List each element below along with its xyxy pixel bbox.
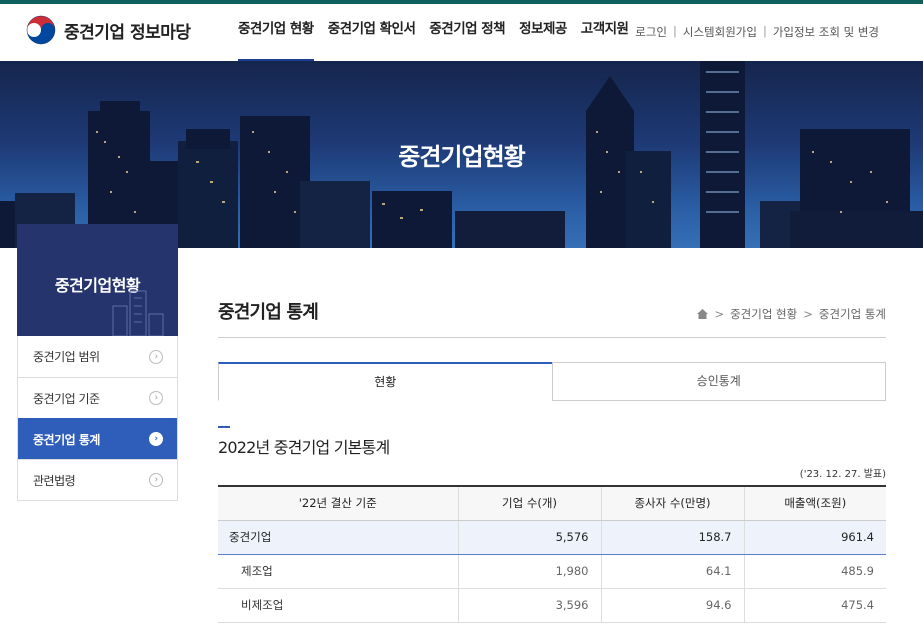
nav-info[interactable]: 정보제공 — [519, 4, 567, 61]
hero-banner: 중견기업현황 — [0, 61, 923, 248]
table-row: 제조업 1,980 64.1 485.9 — [218, 554, 886, 589]
title-divider — [218, 337, 886, 338]
global-nav: 중견기업 현황 중견기업 확인서 중견기업 정책 정보제공 고객지원 — [238, 4, 642, 61]
table-header-row: '22년 결산 기준 기업 수(개) 종사자 수(만명) 매출액(조원) — [218, 486, 886, 521]
table-cell: 1,980 — [457, 554, 601, 589]
row-label: 제조업 — [218, 554, 458, 589]
sidebar-item-criteria[interactable]: 중견기업 기준 › — [18, 377, 177, 418]
tab-approval-stats[interactable]: 승인통계 — [551, 362, 886, 401]
row-label: 중견기업 — [218, 519, 458, 555]
sidebar-item-label: 중견기업 통계 — [33, 432, 100, 447]
sidebar-item-label: 관련법령 — [33, 473, 76, 488]
taegeuk-logo-icon — [26, 15, 56, 45]
column-header: 기업 수(개) — [457, 486, 601, 521]
signup-link[interactable]: 시스템회원가입 — [683, 24, 757, 40]
util-divider: | — [762, 24, 767, 38]
breadcrumb-separator: > — [714, 307, 725, 321]
building-outline-icon — [112, 290, 164, 336]
publication-note: ('23. 12. 27. 발표) — [799, 469, 886, 480]
page: 중견기업 정보마당 중견기업 현황 중견기업 확인서 중견기업 정책 정보제공 … — [0, 0, 923, 641]
sidebar-item-statistics[interactable]: 중견기업 통계 › — [18, 418, 177, 459]
table-row-total: 중견기업 5,576 158.7 961.4 — [218, 519, 886, 555]
table-cell: 3,596 — [457, 588, 601, 623]
chevron-right-icon: › — [149, 391, 163, 405]
statistics-table: '22년 결산 기준 기업 수(개) 종사자 수(만명) 매출액(조원) 중견기… — [218, 485, 886, 623]
column-header: 매출액(조원) — [743, 486, 886, 521]
chevron-right-icon: › — [149, 473, 163, 487]
table-cell: 475.4 — [743, 588, 886, 623]
table-cell: 158.7 — [600, 519, 744, 555]
row-label: 비제조업 — [218, 588, 458, 623]
hero-title: 중견기업현황 — [398, 143, 525, 171]
table-cell: 94.6 — [600, 588, 744, 623]
table-row: 비제조업 3,596 94.6 475.4 — [218, 588, 886, 623]
table-cell: 64.1 — [600, 554, 744, 589]
nav-support[interactable]: 고객지원 — [581, 4, 629, 61]
header: 중견기업 정보마당 중견기업 현황 중견기업 확인서 중견기업 정책 정보제공 … — [0, 4, 923, 61]
util-divider: | — [673, 24, 677, 38]
sidebar-item-label: 중견기업 기준 — [33, 391, 100, 406]
nav-company-status[interactable]: 중견기업 현황 — [238, 4, 314, 61]
account-info-link[interactable]: 가입정보 조회 및 변경 — [773, 24, 879, 40]
login-link[interactable]: 로그인 — [635, 24, 667, 40]
table-cell: 485.9 — [743, 554, 886, 589]
tab-bar: 현황 승인통계 — [218, 362, 886, 401]
breadcrumb-separator: > — [803, 307, 813, 321]
section-accent-bar — [218, 426, 230, 428]
column-header: '22년 결산 기준 — [218, 486, 458, 521]
table-cell: 961.4 — [743, 519, 886, 555]
sidebar-item-scope[interactable]: 중견기업 범위 › — [18, 336, 177, 377]
column-header: 종사자 수(만명) — [600, 486, 744, 521]
page-title: 중견기업 통계 — [218, 302, 319, 323]
sidebar-item-label: 중견기업 범위 — [33, 350, 100, 364]
tab-status[interactable]: 현황 — [218, 362, 552, 401]
sidebar-menu: 중견기업 범위 › 중견기업 기준 › 중견기업 통계 › 관련법령 › — [17, 336, 178, 501]
section-title: 2022년 중견기업 기본통계 — [218, 438, 390, 457]
breadcrumb-item[interactable]: 중견기업 현황 — [730, 306, 797, 322]
breadcrumb-item-current: 중견기업 통계 — [818, 307, 886, 321]
nav-certificate[interactable]: 중견기업 확인서 — [328, 4, 416, 61]
sidebar-header: 중견기업현황 — [17, 224, 178, 336]
utility-links: 로그인 | 시스템회원가입 | 가입정보 조회 및 변경 — [635, 24, 879, 40]
chevron-right-icon: › — [149, 432, 163, 446]
chevron-right-icon: › — [149, 349, 163, 364]
home-icon[interactable] — [697, 309, 709, 319]
site-logo[interactable]: 중견기업 정보마당 — [26, 15, 191, 45]
table-cell: 5,576 — [457, 519, 601, 555]
breadcrumb: > 중견기업 현황 > 중견기업 통계 — [697, 306, 886, 322]
nav-policy[interactable]: 중견기업 정책 — [429, 4, 505, 61]
sidebar-item-laws[interactable]: 관련법령 › — [18, 459, 177, 500]
logo-text: 중견기업 정보마당 — [64, 22, 191, 43]
